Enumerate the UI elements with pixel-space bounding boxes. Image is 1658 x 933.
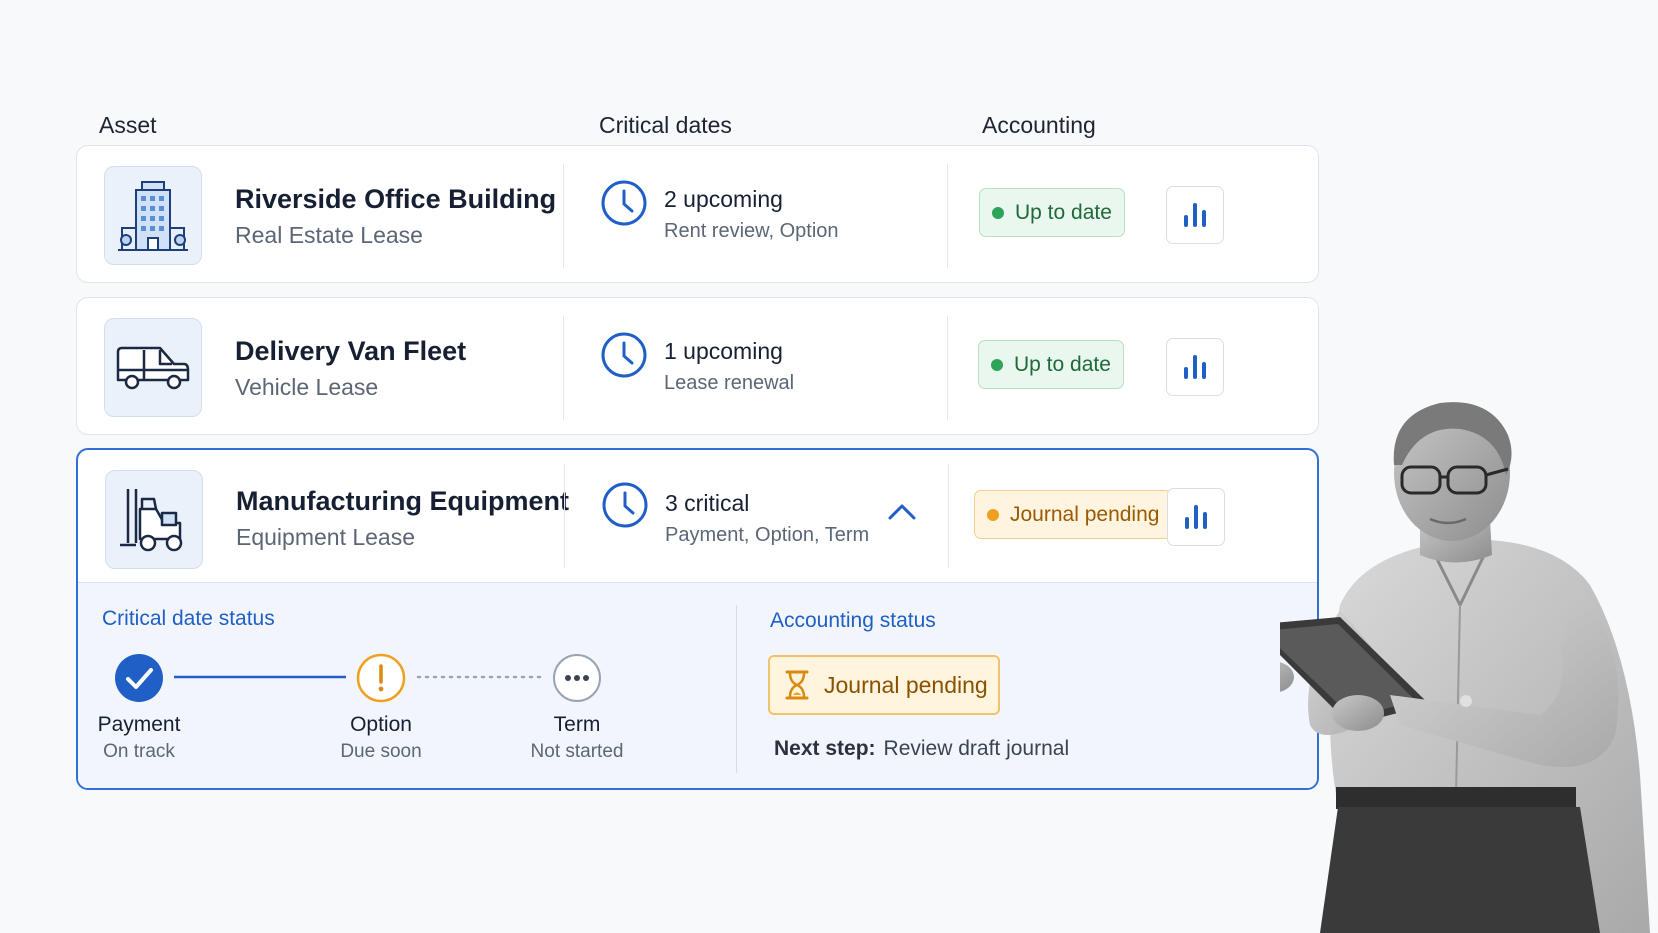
divider [564, 464, 565, 568]
column-header-critical-dates: Critical dates [599, 112, 732, 138]
accounting-status-title: Accounting status [770, 609, 936, 632]
dates-detail: Lease renewal [664, 372, 795, 394]
check-circle-icon [115, 654, 163, 702]
warning-circle-icon [356, 653, 406, 703]
divider [736, 605, 737, 773]
lease-card-van-fleet[interactable]: Delivery Van Fleet Vehicle Lease 1 upcom… [76, 297, 1319, 435]
asset-type: Equipment Lease [236, 524, 416, 550]
step-payment-status: On track [103, 741, 175, 762]
status-dot [987, 508, 999, 521]
divider [563, 316, 564, 420]
status-badge-label: Journal pending [1010, 502, 1160, 526]
divider [563, 164, 564, 268]
asset-type: Vehicle Lease [235, 374, 379, 400]
analytics-button[interactable] [1167, 488, 1225, 546]
status-badge: Up to date [979, 188, 1125, 237]
step-term-label: Term [553, 713, 601, 736]
status-dot [991, 358, 1003, 371]
analytics-button[interactable] [1166, 338, 1224, 396]
person-with-tablet-photo [1280, 402, 1650, 933]
column-header-accounting: Accounting [982, 112, 1096, 138]
column-header-asset: Asset [99, 112, 157, 138]
dates-detail: Rent review, Option [664, 220, 839, 242]
lease-card-riverside[interactable]: Riverside Office Building Real Estate Le… [76, 145, 1319, 283]
forklift-icon [105, 470, 203, 569]
lease-card-manufacturing[interactable]: Manufacturing Equipment Equipment Lease … [76, 448, 1319, 790]
building-icon [104, 166, 202, 265]
step-term-status: Not started [530, 741, 624, 762]
journal-status-label: Journal pending [824, 671, 988, 698]
divider [947, 316, 948, 420]
status-badge: Journal pending [974, 490, 1173, 539]
clock-icon [601, 332, 647, 378]
analytics-button[interactable] [1166, 186, 1224, 244]
detail-panel: Critical date status Payment On track Op… [78, 582, 1317, 788]
chevron-up-icon[interactable] [886, 500, 918, 522]
asset-type: Real Estate Lease [235, 222, 423, 248]
clock-icon [601, 180, 647, 226]
status-badge-label: Up to date [1014, 352, 1111, 376]
dates-summary: 1 upcoming [664, 338, 783, 364]
dates-detail: Payment, Option, Term [665, 524, 870, 546]
hourglass-icon [785, 670, 809, 700]
asset-name[interactable]: Manufacturing Equipment [236, 486, 569, 517]
step-payment-label: Payment [97, 713, 181, 736]
dates-summary: 2 upcoming [664, 186, 783, 212]
van-icon [104, 318, 202, 417]
next-step-value: Review draft journal [883, 737, 1070, 760]
status-badge: Up to date [978, 340, 1124, 389]
status-badge-label: Up to date [1015, 200, 1112, 224]
step-option-label: Option [350, 713, 412, 736]
asset-name[interactable]: Delivery Van Fleet [235, 336, 466, 367]
next-step-label: Next step: [774, 737, 876, 760]
divider [948, 464, 949, 568]
more-circle-icon [553, 654, 601, 702]
bar-chart-icon [1185, 505, 1207, 529]
divider [947, 164, 948, 268]
step-option-status: Due soon [340, 741, 422, 762]
journal-status-badge: Journal pending [768, 655, 1000, 715]
bar-chart-icon [1184, 203, 1206, 227]
asset-name[interactable]: Riverside Office Building [235, 184, 556, 215]
clock-icon [602, 482, 648, 528]
dates-summary: 3 critical [665, 490, 750, 516]
status-dot [992, 206, 1004, 219]
critical-date-status-title: Critical date status [102, 607, 275, 630]
bar-chart-icon [1184, 355, 1206, 379]
next-step: Next step: Review draft journal [774, 737, 1069, 761]
